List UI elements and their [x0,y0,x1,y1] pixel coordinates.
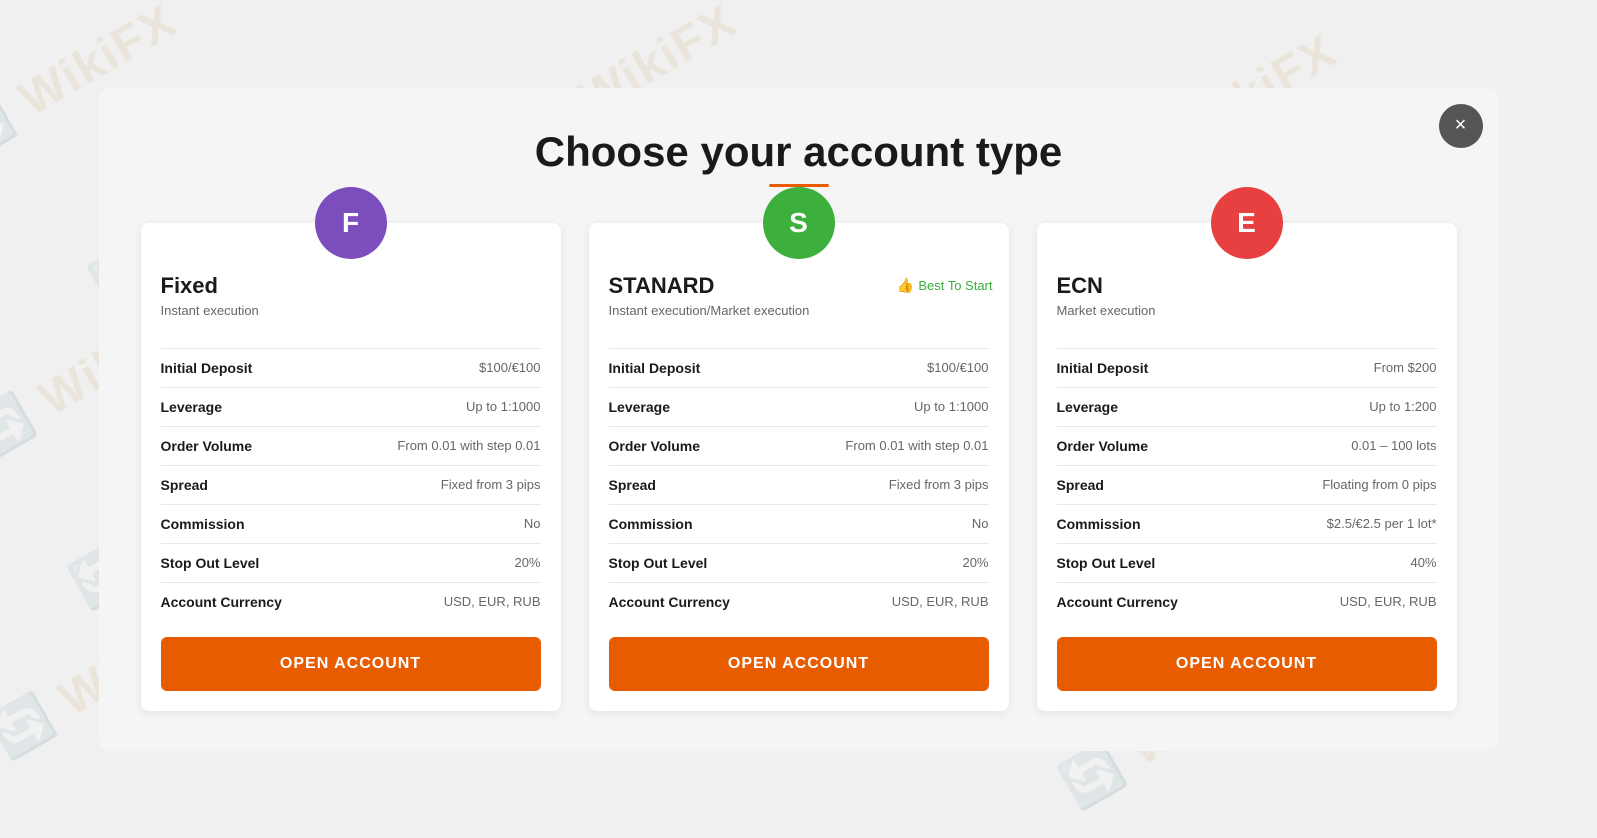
row-value-ecn-6: USD, EUR, RUB [1340,594,1437,609]
row-value-standard-6: USD, EUR, RUB [892,594,989,609]
row-label-standard-5: Stop Out Level [609,555,708,571]
card-fixed: Fixed Instant execution Initial Deposit $10… [141,223,561,711]
row-label-standard-1: Leverage [609,399,670,415]
close-button[interactable]: × [1439,104,1483,148]
row-value-fixed-4: No [524,516,541,531]
table-row: Spread Floating from 0 pips [1057,466,1437,505]
open-account-button-ecn[interactable]: OPEN ACCOUNT [1057,637,1437,691]
card-rows-ecn: Initial Deposit From $200 Leverage Up to 1:… [1057,348,1437,621]
card-rows-fixed: Initial Deposit $100/€100 Leverage Up to 1:… [161,348,541,621]
table-row: Commission No [609,505,989,544]
cards-row: FFixedInstant executionInitial Deposit$1… [139,223,1459,711]
row-label-standard-0: Initial Deposit [609,360,701,376]
table-row: Initial Deposit $100/€100 [161,349,541,388]
table-row: Stop Out Level 20% [609,544,989,583]
row-label-fixed-6: Account Currency [161,594,282,610]
table-row: Leverage Up to 1:1000 [161,388,541,427]
open-account-button-standard[interactable]: OPEN ACCOUNT [609,637,989,691]
row-value-fixed-2: From 0.01 with step 0.01 [397,438,540,453]
table-row: Account Currency USD, EUR, RUB [161,583,541,621]
row-label-ecn-3: Spread [1057,477,1104,493]
thumbs-up-icon: 👍 [897,277,914,294]
card-ecn: ECN Market execution Initial Deposit From $… [1037,223,1457,711]
row-label-fixed-4: Commission [161,516,245,532]
row-value-standard-0: $100/€100 [927,360,988,375]
best-badge-standard: 👍 Best To Start [897,277,993,294]
card-avatar-ecn: E [1211,187,1283,259]
table-row: Commission $2.5/€2.5 per 1 lot* [1057,505,1437,544]
card-avatar-fixed: F [315,187,387,259]
card-header-fixed: Fixed Instant execution [161,273,541,328]
row-value-fixed-0: $100/€100 [479,360,540,375]
row-label-fixed-1: Leverage [161,399,222,415]
row-label-fixed-5: Stop Out Level [161,555,260,571]
row-label-ecn-2: Order Volume [1057,438,1149,454]
row-value-standard-4: No [972,516,989,531]
row-value-ecn-4: $2.5/€2.5 per 1 lot* [1327,516,1437,531]
card-rows-standard: Initial Deposit $100/€100 Leverage Up to 1:… [609,348,989,621]
table-row: Spread Fixed from 3 pips [609,466,989,505]
table-row: Order Volume From 0.01 with step 0.01 [161,427,541,466]
row-label-standard-6: Account Currency [609,594,730,610]
row-value-ecn-0: From $200 [1374,360,1437,375]
row-value-ecn-3: Floating from 0 pips [1322,477,1436,492]
row-value-ecn-5: 40% [1410,555,1436,570]
card-subtitle-ecn: Market execution [1057,303,1437,318]
row-label-fixed-3: Spread [161,477,208,493]
card-wrapper-ecn: EECNMarket executionInitial DepositFrom … [1037,223,1457,711]
row-label-ecn-4: Commission [1057,516,1141,532]
row-value-ecn-2: 0.01 – 100 lots [1351,438,1436,453]
row-label-standard-3: Spread [609,477,656,493]
row-label-fixed-2: Order Volume [161,438,253,454]
row-label-ecn-6: Account Currency [1057,594,1178,610]
card-header-ecn: ECN Market execution [1057,273,1437,328]
row-value-standard-1: Up to 1:1000 [914,399,988,414]
row-label-fixed-0: Initial Deposit [161,360,253,376]
best-badge-label: Best To Start [918,278,992,293]
card-subtitle-standard: Instant execution/Market execution [609,303,989,318]
row-value-standard-5: 20% [962,555,988,570]
table-row: Account Currency USD, EUR, RUB [1057,583,1437,621]
table-row: Stop Out Level 20% [161,544,541,583]
row-label-ecn-1: Leverage [1057,399,1118,415]
page-title: Choose your account type [139,128,1459,176]
row-value-ecn-1: Up to 1:200 [1369,399,1436,414]
card-avatar-standard: S [763,187,835,259]
row-label-standard-4: Commission [609,516,693,532]
row-value-fixed-5: 20% [514,555,540,570]
table-row: Spread Fixed from 3 pips [161,466,541,505]
row-value-fixed-6: USD, EUR, RUB [444,594,541,609]
card-title-ecn: ECN [1057,273,1437,299]
row-value-standard-3: Fixed from 3 pips [889,477,989,492]
row-value-standard-2: From 0.01 with step 0.01 [845,438,988,453]
table-row: Order Volume From 0.01 with step 0.01 [609,427,989,466]
table-row: Initial Deposit $100/€100 [609,349,989,388]
modal-container: × Choose your account type F Fixed Instant… [99,88,1499,751]
card-wrapper-standard: SSTANARDInstant execution/Market executi… [589,223,1009,711]
table-row: Initial Deposit From $200 [1057,349,1437,388]
table-row: Commission No [161,505,541,544]
table-row: Account Currency USD, EUR, RUB [609,583,989,621]
row-value-fixed-1: Up to 1:1000 [466,399,540,414]
open-account-button-fixed[interactable]: OPEN ACCOUNT [161,637,541,691]
row-label-standard-2: Order Volume [609,438,701,454]
row-label-ecn-5: Stop Out Level [1057,555,1156,571]
row-value-fixed-3: Fixed from 3 pips [441,477,541,492]
table-row: Stop Out Level 40% [1057,544,1437,583]
card-title-fixed: Fixed [161,273,541,299]
table-row: Leverage Up to 1:1000 [609,388,989,427]
row-label-ecn-0: Initial Deposit [1057,360,1149,376]
table-row: Order Volume 0.01 – 100 lots [1057,427,1437,466]
card-subtitle-fixed: Instant execution [161,303,541,318]
card-standard: STANARDInstant execution/Market executio… [589,223,1009,711]
table-row: Leverage Up to 1:200 [1057,388,1437,427]
card-wrapper-fixed: FFixedInstant executionInitial Deposit$1… [141,223,561,711]
